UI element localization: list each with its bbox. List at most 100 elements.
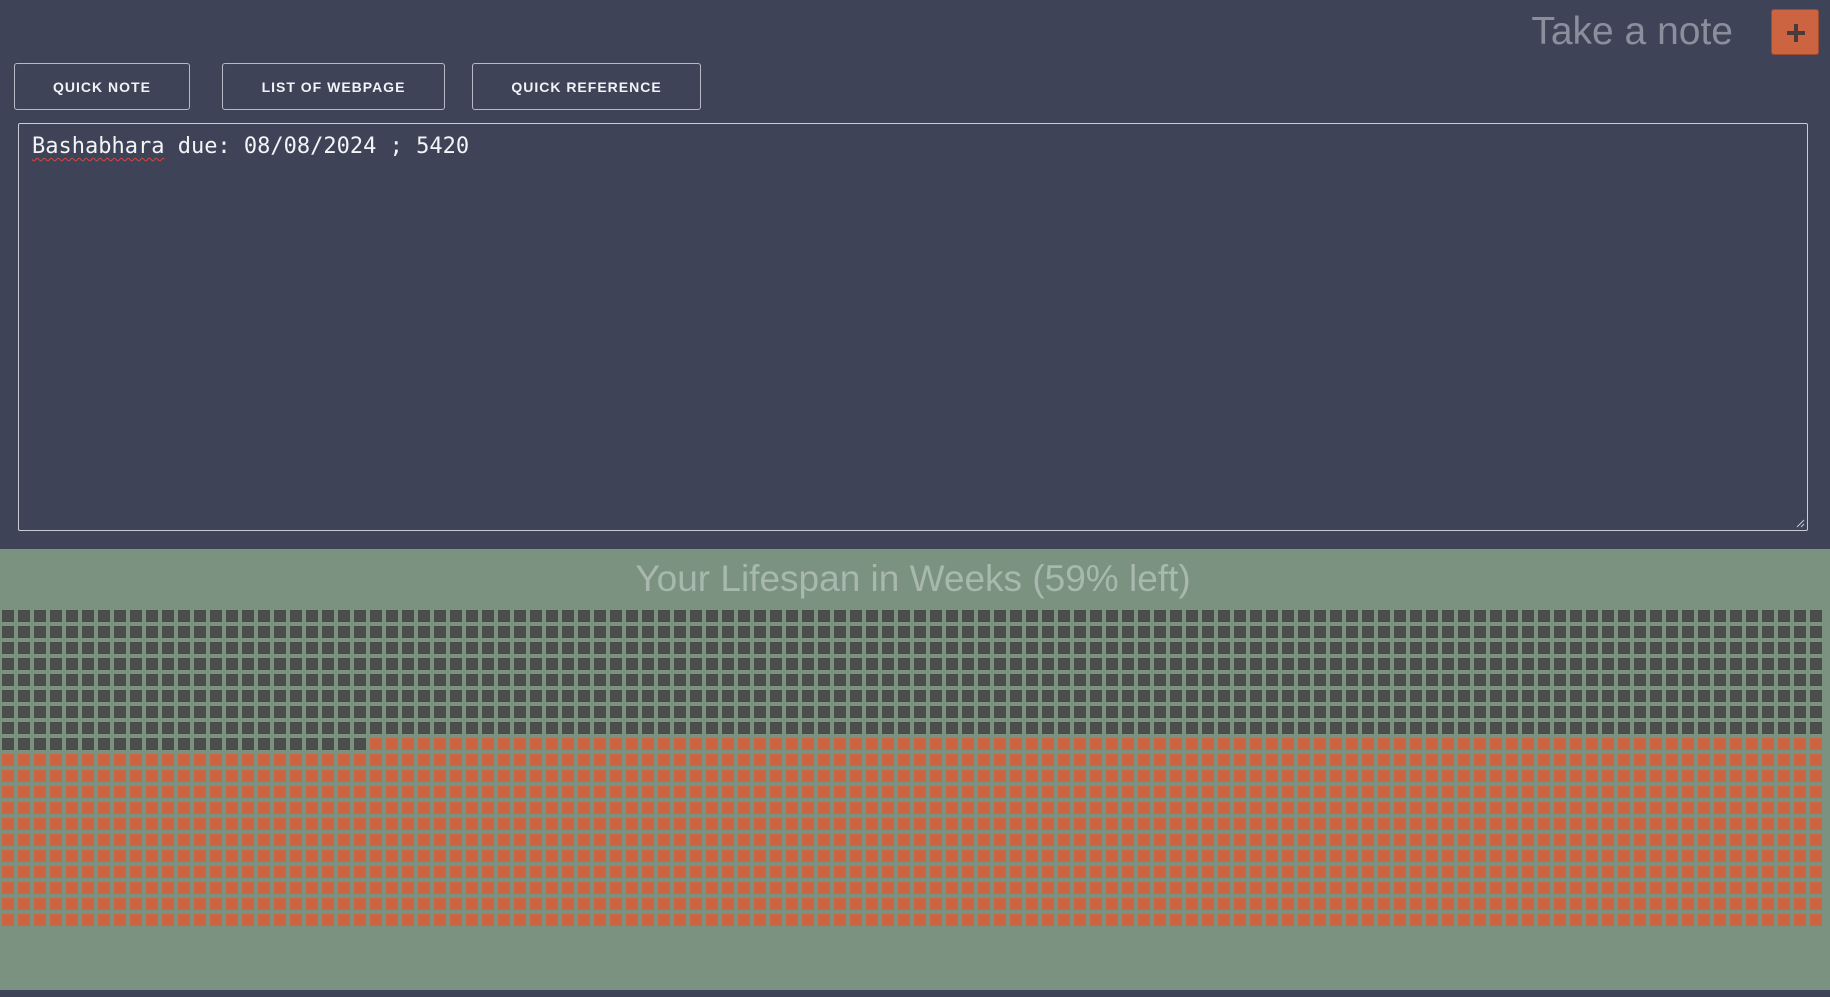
week-cell [1522, 898, 1534, 910]
week-cell [802, 882, 814, 894]
week-cell [674, 674, 686, 686]
week-cell [738, 898, 750, 910]
week-cell [1650, 834, 1662, 846]
week-cell [1330, 850, 1342, 862]
add-note-button[interactable] [1771, 9, 1819, 55]
week-cell [1602, 610, 1614, 622]
week-cell [2, 674, 14, 686]
week-cell [1042, 786, 1054, 798]
week-cell [1586, 738, 1598, 750]
week-cell [498, 882, 510, 894]
week-cell [66, 818, 78, 830]
week-cell [1810, 786, 1822, 798]
week-cell [1346, 834, 1358, 846]
week-cell [1778, 898, 1790, 910]
week-cell [1282, 770, 1294, 782]
lifespan-panel: Your Lifespan in Weeks (59% left) [0, 549, 1830, 997]
week-cell [978, 754, 990, 766]
week-cell [1682, 914, 1694, 926]
week-cell [706, 674, 718, 686]
week-cell [1570, 834, 1582, 846]
week-cell [322, 818, 334, 830]
week-cell [722, 786, 734, 798]
week-cell [738, 626, 750, 638]
week-cell [466, 850, 478, 862]
week-cell [1650, 866, 1662, 878]
note-textarea[interactable]: Bashabhara due: 08/08/2024 ; 5420 [18, 123, 1808, 531]
week-cell [1586, 850, 1598, 862]
week-cell [754, 642, 766, 654]
tab-quick-reference[interactable]: QUICK REFERENCE [472, 63, 701, 110]
week-cell [1554, 802, 1566, 814]
week-cell [418, 850, 430, 862]
week-cell [1058, 802, 1070, 814]
week-cell [690, 898, 702, 910]
week-cell [962, 738, 974, 750]
week-cell [1650, 706, 1662, 718]
week-cell [978, 610, 990, 622]
week-cell [1810, 834, 1822, 846]
week-cell [1778, 818, 1790, 830]
week-cell [834, 834, 846, 846]
week-cell [370, 754, 382, 766]
week-cell [1522, 690, 1534, 702]
week-cell [1106, 786, 1118, 798]
week-cell [1586, 786, 1598, 798]
week-cell [354, 642, 366, 654]
week-cell [354, 850, 366, 862]
week-cell [1378, 738, 1390, 750]
week-cell [882, 882, 894, 894]
week-cell [866, 706, 878, 718]
week-cell [1746, 818, 1758, 830]
week-cell [114, 674, 126, 686]
week-cell [1602, 642, 1614, 654]
week-cell [978, 722, 990, 734]
week-cell [434, 866, 446, 878]
week-cell [578, 770, 590, 782]
week-cell [1634, 690, 1646, 702]
week-cell [1730, 898, 1742, 910]
tab-list-of-webpage[interactable]: LIST OF WEBPAGE [222, 63, 445, 110]
week-cell [754, 770, 766, 782]
week-cell [930, 658, 942, 670]
week-cell [1234, 626, 1246, 638]
week-cell [562, 898, 574, 910]
week-cell [978, 898, 990, 910]
week-cell [1554, 818, 1566, 830]
week-cell [1010, 706, 1022, 718]
week-cell [418, 674, 430, 686]
week-cell [18, 754, 30, 766]
week-cell [1538, 642, 1550, 654]
week-cell [1186, 690, 1198, 702]
week-cell [1698, 754, 1710, 766]
week-cell [642, 754, 654, 766]
week-cell [1554, 850, 1566, 862]
week-cell [210, 674, 222, 686]
week-cell [722, 770, 734, 782]
week-cell [1426, 754, 1438, 766]
week-cell [898, 882, 910, 894]
week-cell [66, 914, 78, 926]
week-cell [274, 690, 286, 702]
week-cell [450, 818, 462, 830]
week-cell [1218, 722, 1230, 734]
note-content: Bashabhara due: 08/08/2024 ; 5420 [32, 134, 1794, 159]
week-cell [898, 626, 910, 638]
week-cell [1698, 674, 1710, 686]
week-cell [146, 898, 158, 910]
week-cell [1314, 754, 1326, 766]
week-cell [1298, 882, 1310, 894]
resize-handle-icon[interactable] [1796, 519, 1805, 528]
take-note-prompt[interactable]: Take a note [1531, 8, 1733, 56]
week-cell [1106, 610, 1118, 622]
week-cell [1266, 642, 1278, 654]
week-cell [546, 866, 558, 878]
week-cell [1250, 626, 1262, 638]
week-cell [626, 786, 638, 798]
week-cell [1346, 914, 1358, 926]
tab-quick-note[interactable]: QUICK NOTE [14, 63, 190, 110]
week-cell [626, 642, 638, 654]
week-cell [66, 786, 78, 798]
week-cell [1490, 850, 1502, 862]
week-cell [1154, 818, 1166, 830]
